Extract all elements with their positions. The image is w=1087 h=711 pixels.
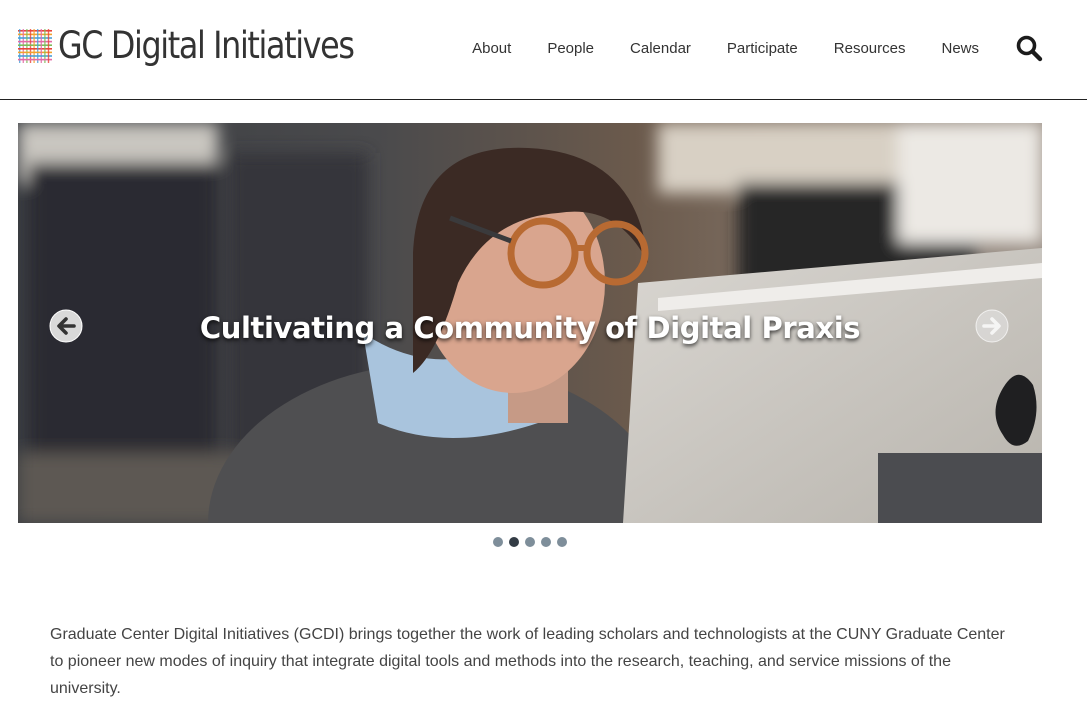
logo-stripe [44,28,46,63]
logo-stripe [18,54,52,57]
carousel-dots [493,537,573,547]
logo-stripe [37,28,39,63]
carousel-dot[interactable] [541,537,551,547]
intro-paragraph: Graduate Center Digital Initiatives (GCD… [50,626,1005,697]
logo-stripe [18,51,52,53]
hero-carousel: Cultivating a Community of Digital Praxi… [18,123,1042,523]
logo-stripe [18,47,52,50]
site-logo[interactable]: GC Digital Initiatives [18,24,402,67]
main-nav: About People Calendar Participate Resour… [472,30,1087,66]
site-title: GC Digital Initiatives [58,24,355,67]
carousel-dot[interactable] [525,537,535,547]
nav-about[interactable]: About [472,40,511,57]
search-icon[interactable] [1015,34,1043,62]
nav-resources[interactable]: Resources [834,40,906,57]
nav-calendar[interactable]: Calendar [630,40,691,57]
logo-stripe [18,58,52,60]
nav-participate[interactable]: Participate [727,40,798,57]
logo-stripe [47,28,50,63]
logo-mark-icon [18,28,52,63]
carousel-dot[interactable] [509,537,519,547]
nav-people[interactable]: People [547,40,594,57]
logo-stripe [40,28,42,63]
carousel-dot[interactable] [493,537,503,547]
logo-stripe [18,40,52,42]
logo-stripe [18,43,52,46]
logo-stripes [18,28,52,63]
logo-stripe [18,36,52,39]
hero-caption: Cultivating a Community of Digital Praxi… [199,311,861,345]
arrow-right-circle-icon[interactable] [975,309,1009,343]
site-header: GC Digital Initiatives About People Cale… [0,0,1087,100]
carousel-dot[interactable] [557,537,567,547]
nav-news[interactable]: News [941,40,979,57]
logo-stripe [33,28,35,63]
arrow-left-circle-icon[interactable] [49,309,83,343]
